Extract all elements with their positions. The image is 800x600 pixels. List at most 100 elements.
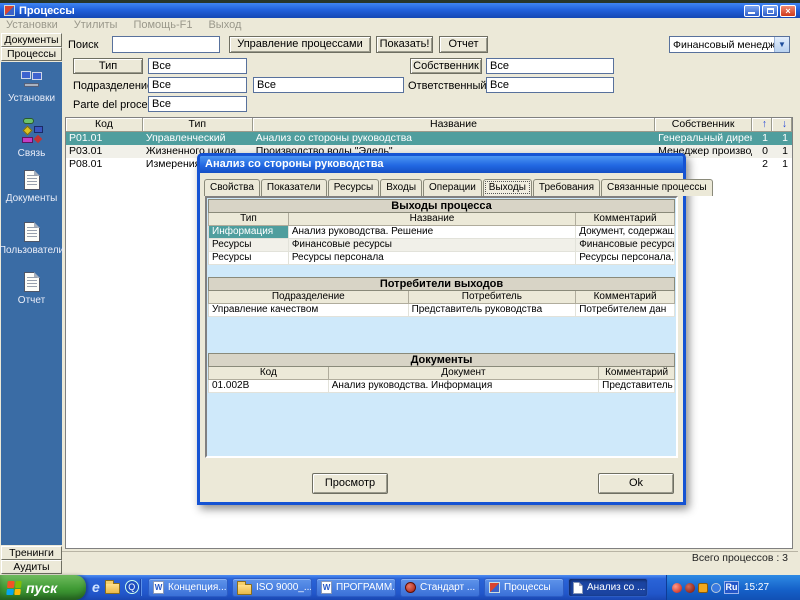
word-doc-icon: W [153,581,164,594]
col-header-code[interactable]: Код [66,118,143,132]
col-header-name[interactable]: Название [252,118,656,132]
sidebar-item-documents[interactable]: Документы [1,170,62,204]
consumers-col-comment: Комментарий [576,291,675,304]
list-item[interactable]: Ресурсы Ресурсы персонала Ресурсы персон… [208,252,675,265]
dialog-tab[interactable]: Входы [380,179,423,196]
desktop-screen: Процессы × Установки Утилиты Помощь-F1 Выхо… [0,0,800,600]
sidebar-item-link[interactable]: Связь [1,118,62,159]
menu-item[interactable]: Утилиты [74,19,118,32]
tray-red-icon[interactable] [672,582,682,593]
sidebar-tab-processes[interactable]: Процессы [1,47,62,61]
sidebar: Установки Связь Документы Пользователи О… [0,62,64,545]
responsible-label: Ответственный [408,80,487,92]
task-button-processy[interactable]: Процессы [484,578,564,597]
show-button[interactable]: Показать! [376,36,433,53]
task-button-analiz[interactable]: Анализ со ... [568,578,648,597]
sidebar-item-label: Установки [7,93,56,104]
owner-filter-button[interactable]: Собственник [410,58,482,74]
tray-clock-icon[interactable] [698,582,708,593]
preview-button[interactable]: Просмотр [312,473,388,494]
flowchart-icon [20,118,44,145]
department-label: Подразделение [73,80,154,92]
start-button[interactable]: пуск [0,575,86,600]
dialog-tab[interactable]: Свойства [204,179,260,196]
start-button-label: пуск [26,579,58,596]
processes-app-icon [489,582,500,593]
sidebar-item-users[interactable]: Пользователи [0,222,64,256]
owner-filter-input[interactable] [486,58,614,74]
sort-down-icon[interactable]: ↓ [772,118,792,132]
dialog-tab[interactable]: Требования [532,179,601,196]
sidebar-tab-audits[interactable]: Аудиты [1,560,62,574]
tray-accessibility-icon[interactable] [711,582,721,593]
task-button-programm[interactable]: W ПРОГРАММ... [316,578,396,597]
list-item[interactable]: Информация Анализ руководства. Решение Д… [208,226,675,239]
col-header-owner[interactable]: Собственник [655,118,753,132]
role-select-value: Финансовый менеджер [673,38,774,51]
outputs-col-type: Тип [209,213,289,226]
window-title: Процессы [19,4,75,17]
menu-item[interactable]: Помощь-F1 [133,19,192,32]
dialog-tab[interactable]: Выходы [482,179,532,196]
task-button-koncepcia[interactable]: W Концепция... [148,578,228,597]
chevron-down-icon[interactable]: ▼ [774,37,789,52]
consumers-col-consumer: Потребитель [408,291,577,304]
department-input[interactable] [148,77,247,93]
list-item[interactable]: Управление качеством Представитель руков… [208,304,675,317]
report-button[interactable]: Отчет [439,36,488,53]
document-icon [23,272,40,292]
close-button[interactable]: × [780,4,796,17]
sidebar-item-settings[interactable]: Установки [1,70,62,104]
page-icon [573,581,583,594]
type-filter-button[interactable]: Тип [73,58,143,74]
type-filter-input[interactable] [148,58,247,74]
outputs-columns: Тип Название Комментарий [208,213,675,226]
consumers-section-header: Потребители выходов [208,277,675,291]
document-icon [23,170,40,190]
folder-icon [237,580,252,595]
sidebar-tab-trainings[interactable]: Тренинги [1,546,62,560]
internet-explorer-icon[interactable]: e [92,579,100,595]
list-item[interactable]: Ресурсы Финансовые ресурсы Финансовые ре… [208,239,675,252]
table-row[interactable]: P01.01 Управленческий Анализ со стороны … [66,132,792,145]
sidebar-item-label: Отчет [17,295,46,306]
dialog-tab[interactable]: Операции [423,179,482,196]
sort-up-icon[interactable]: ↑ [752,118,773,132]
documents-section-header: Документы [208,353,675,367]
process-dialog: Анализ со стороны руководства Свойства По… [197,153,713,505]
task-button-standart[interactable]: Стандарт ... [400,578,480,597]
dialog-tab[interactable]: Ресурсы [327,179,380,196]
sidebar-tab-documents[interactable]: Документы [1,33,62,47]
consumers-col-department: Подразделение [209,291,409,304]
responsible-input[interactable] [486,77,614,93]
documents-col-code: Код [209,367,329,380]
parte-del-processo-input[interactable] [148,96,247,112]
tray-dark-red-icon[interactable] [685,582,695,593]
taskbar-separator [140,579,141,596]
outputs-section-header: Выходы процесса [208,199,675,213]
task-button-iso9000[interactable]: ISO 9000_... [232,578,312,597]
outputs-col-comment: Комментарий [576,213,675,226]
status-bar: Всего процессов : 3 [62,551,798,565]
ok-button[interactable]: Ok [598,473,674,494]
dialog-tab[interactable]: Связанные процессы [601,179,713,196]
menu-item[interactable]: Установки [6,19,58,32]
search-input[interactable] [112,36,220,53]
q-app-icon[interactable]: Q [124,580,139,594]
menu-item[interactable]: Выход [208,19,241,32]
department-input-2[interactable] [253,77,404,93]
outputs-rows: Информация Анализ руководства. Решение Д… [208,226,675,265]
restore-button[interactable] [762,4,778,17]
process-table-header: Код Тип Название Собственник ↑ ↓ [66,118,792,132]
dialog-tab[interactable]: Показатели [260,179,327,196]
computers-icon [19,70,45,90]
minimize-button[interactable] [744,4,760,17]
folder-icon[interactable] [104,580,120,594]
manage-processes-button[interactable]: Управление процессами [229,36,371,53]
sidebar-item-report[interactable]: Отчет [1,272,62,306]
language-indicator[interactable]: Ru [724,581,739,594]
documents-columns: Код Документ Комментарий [208,367,676,380]
col-header-type[interactable]: Тип [142,118,253,132]
role-select[interactable]: Финансовый менеджер ▼ [669,36,790,53]
list-item[interactable]: 01.002В Анализ руководства. Информация П… [208,380,675,393]
